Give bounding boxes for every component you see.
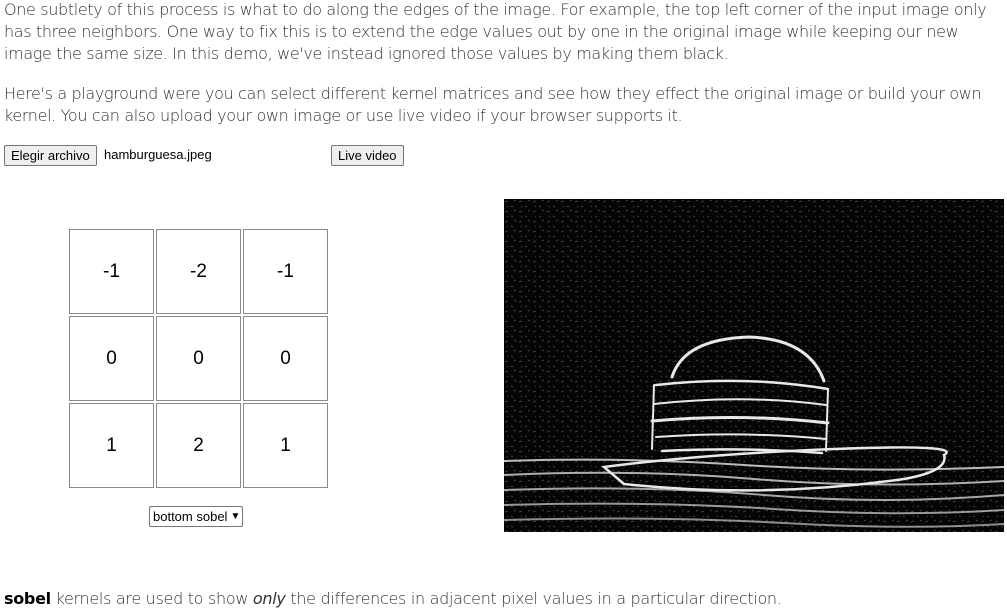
caption-text-1: kernels are used to show <box>50 589 253 608</box>
selected-file-name: hamburguesa.jpeg <box>104 147 212 162</box>
kernel-cell-0-0[interactable]: -1 <box>69 229 154 314</box>
kernel-cell-1-2[interactable]: 0 <box>243 316 328 401</box>
chevron-down-icon: ▼ <box>230 511 241 522</box>
kernel-matrix: -1 -2 -1 0 0 0 1 2 1 <box>69 229 328 488</box>
kernel-cell-2-2[interactable]: 1 <box>243 403 328 488</box>
caption-text-2: the differences in adjacent pixel values… <box>285 589 782 608</box>
kernel-cell-1-0[interactable]: 0 <box>69 316 154 401</box>
kernel-preset-select[interactable]: bottom sobel ▼ <box>149 506 244 527</box>
live-video-button[interactable]: Live video <box>331 145 404 166</box>
kernel-preset-value: bottom sobel <box>153 509 228 524</box>
choose-file-button[interactable]: Elegir archivo <box>4 145 97 166</box>
caption-bold: sobel <box>4 589 51 608</box>
caption: sobel kernels are used to show only the … <box>4 588 782 610</box>
kernel-cell-2-0[interactable]: 1 <box>69 403 154 488</box>
kernel-cell-0-1[interactable]: -2 <box>156 229 241 314</box>
output-image <box>503 199 1005 532</box>
burger-edge-image <box>503 199 1005 532</box>
kernel-cell-2-1[interactable]: 2 <box>156 403 241 488</box>
caption-italic: only <box>252 589 286 608</box>
kernel-cell-1-1[interactable]: 0 <box>156 316 241 401</box>
intro-paragraph-1: One subtlety of this process is what to … <box>4 0 987 63</box>
kernel-cell-0-2[interactable]: -1 <box>243 229 328 314</box>
intro-paragraph-2: Here's a playground were you can select … <box>4 84 982 125</box>
